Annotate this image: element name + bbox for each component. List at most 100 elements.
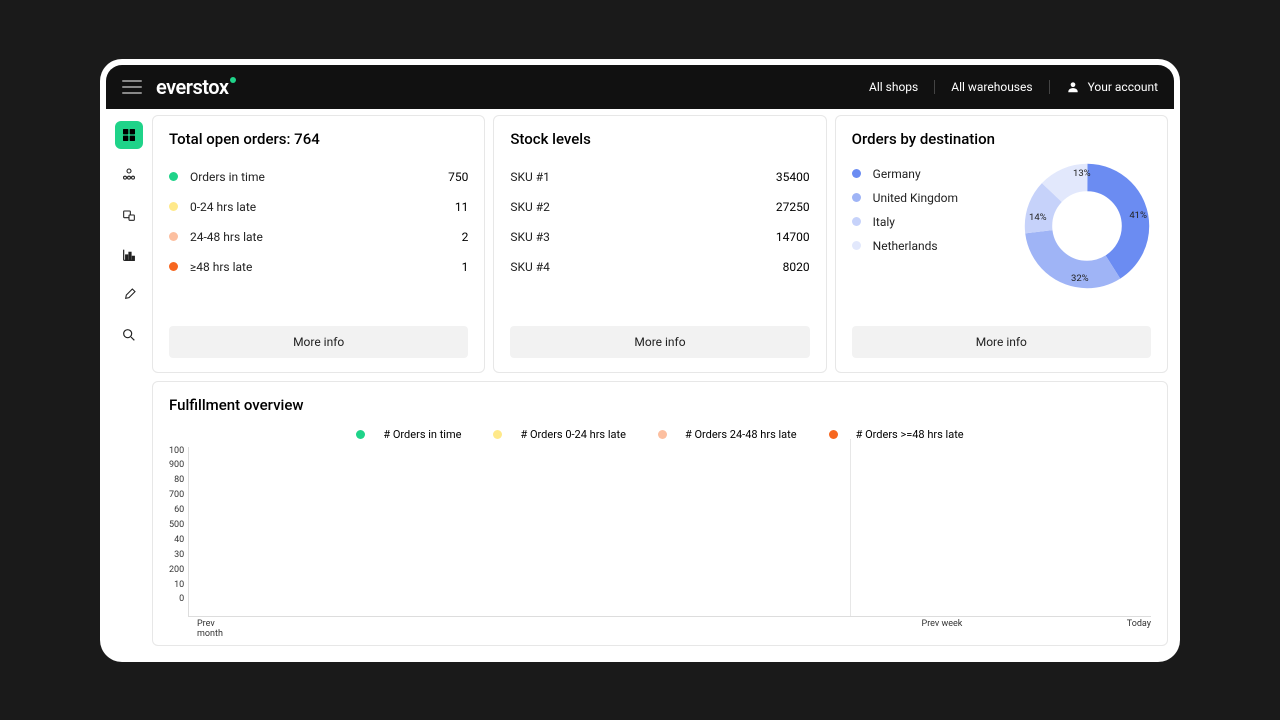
brand-text: everstox: [156, 75, 228, 99]
bars-area: [188, 447, 1151, 617]
y-axis: 10090080700605004030200100: [169, 447, 188, 617]
legend-label: Italy: [873, 215, 1013, 229]
y-tick: 80: [169, 476, 184, 485]
legend-dot-icon: [658, 430, 667, 439]
chart-icon: [121, 247, 137, 263]
row-label: 0-24 hrs late: [190, 200, 455, 214]
person-icon: [1066, 80, 1080, 94]
list-item: SKU #48020: [510, 252, 809, 282]
legend-label: United Kingdom: [873, 191, 1013, 205]
list-item: 0-24 hrs late11: [169, 192, 468, 222]
legend-item: Germany: [852, 162, 1013, 186]
row-value: 35400: [776, 170, 810, 184]
nav-picker[interactable]: [115, 281, 143, 309]
row-label: Orders in time: [190, 170, 448, 184]
row-label: SKU #4: [510, 260, 782, 274]
row-label: SKU #2: [510, 200, 776, 214]
list-item: SKU #135400: [510, 162, 809, 192]
nav-users[interactable]: [115, 161, 143, 189]
status-dot-icon: [169, 172, 178, 181]
row-value: 14700: [776, 230, 810, 244]
status-dot-icon: [169, 232, 178, 241]
x-axis: Prev month Prev week Today: [169, 619, 1151, 639]
donut-label: 14%: [1029, 212, 1047, 223]
nav-dashboard[interactable]: [115, 121, 143, 149]
open-orders-card: Total open orders: 764 Orders in time750…: [152, 115, 485, 373]
cards-row: Total open orders: 764 Orders in time750…: [152, 115, 1168, 373]
status-dot-icon: [169, 202, 178, 211]
legend-item: # Orders in time: [356, 428, 461, 441]
legend-dot-icon: [493, 430, 502, 439]
bar-chart: 10090080700605004030200100: [169, 447, 1151, 617]
search-icon: [121, 327, 137, 343]
more-info-button[interactable]: More info: [169, 326, 468, 358]
card-title: Fulfillment overview: [169, 396, 1151, 414]
nav-analytics[interactable]: [115, 241, 143, 269]
body: Total open orders: 764 Orders in time750…: [106, 109, 1174, 656]
x-label-start: Prev month: [197, 619, 223, 639]
week-divider: [850, 439, 851, 617]
y-tick: 900: [169, 461, 184, 470]
row-value: 2: [462, 230, 469, 244]
legend-dot-icon: [829, 430, 838, 439]
legend-label: # Orders in time: [383, 428, 461, 441]
donut-label: 13%: [1073, 168, 1091, 179]
row-value: 8020: [783, 260, 810, 274]
eyedropper-icon: [121, 287, 137, 303]
legend-item: # Orders 24-48 hrs late: [658, 428, 797, 441]
orders-by-destination-card: Orders by destination Germany United King…: [835, 115, 1168, 373]
side-rail: [106, 109, 152, 656]
chart-legend: # Orders in time # Orders 0-24 hrs late # …: [169, 428, 1151, 441]
app-frame: everstox All shops All warehouses Your a…: [100, 59, 1180, 662]
y-tick: 0: [169, 595, 184, 604]
legend-label: # Orders 24-48 hrs late: [685, 428, 797, 441]
legend-label: # Orders >=48 hrs late: [856, 428, 964, 441]
card-title: Total open orders: 764: [169, 130, 468, 148]
legend-label: # Orders 0-24 hrs late: [520, 428, 625, 441]
donut-chart: 41% 32% 14% 13%: [1023, 162, 1151, 290]
brand-dot-icon: [230, 77, 236, 83]
row-value: 27250: [776, 200, 810, 214]
y-tick: 700: [169, 491, 184, 500]
legend-dot-icon: [852, 241, 861, 250]
more-info-button[interactable]: More info: [510, 326, 809, 358]
account-label: Your account: [1088, 80, 1158, 94]
list-item: 24-48 hrs late2: [169, 222, 468, 252]
y-tick: 60: [169, 506, 184, 515]
y-tick: 500: [169, 521, 184, 530]
legend-item: United Kingdom: [852, 186, 1013, 210]
main-content: Total open orders: 764 Orders in time750…: [152, 109, 1174, 656]
legend-label: Netherlands: [873, 239, 1013, 253]
x-label-mid: Prev week: [922, 619, 963, 639]
all-warehouses-link[interactable]: All warehouses: [935, 80, 1049, 94]
y-tick: 40: [169, 536, 184, 545]
y-tick: 30: [169, 551, 184, 560]
y-tick: 100: [169, 447, 184, 456]
stock-levels-card: Stock levels SKU #135400 SKU #227250 SKU #…: [493, 115, 826, 373]
row-label: 24-48 hrs late: [190, 230, 462, 244]
legend-item: # Orders >=48 hrs late: [829, 428, 964, 441]
header-right: All shops All warehouses Your account: [853, 80, 1158, 94]
legend-label: Germany: [873, 167, 1013, 181]
row-label: SKU #3: [510, 230, 776, 244]
nav-inventory[interactable]: [115, 201, 143, 229]
x-label-end: Today: [1127, 619, 1151, 639]
header-bar: everstox All shops All warehouses Your a…: [106, 65, 1174, 109]
list-item: SKU #314700: [510, 222, 809, 252]
list-item: Orders in time750: [169, 162, 468, 192]
account-menu[interactable]: Your account: [1050, 80, 1158, 94]
card-title: Orders by destination: [852, 130, 1151, 148]
menu-icon[interactable]: [122, 80, 142, 94]
users-icon: [121, 167, 137, 183]
fulfillment-overview-card: Fulfillment overview # Orders in time# O…: [152, 381, 1168, 646]
more-info-button[interactable]: More info: [852, 326, 1151, 358]
row-value: 750: [448, 170, 468, 184]
nav-search[interactable]: [115, 321, 143, 349]
y-tick: 10: [169, 581, 184, 590]
all-shops-link[interactable]: All shops: [853, 80, 935, 94]
row-value: 1: [462, 260, 469, 274]
y-tick: 200: [169, 566, 184, 575]
donut-svg: [1023, 162, 1151, 290]
card-title: Stock levels: [510, 130, 809, 148]
box-icon: [121, 207, 137, 223]
